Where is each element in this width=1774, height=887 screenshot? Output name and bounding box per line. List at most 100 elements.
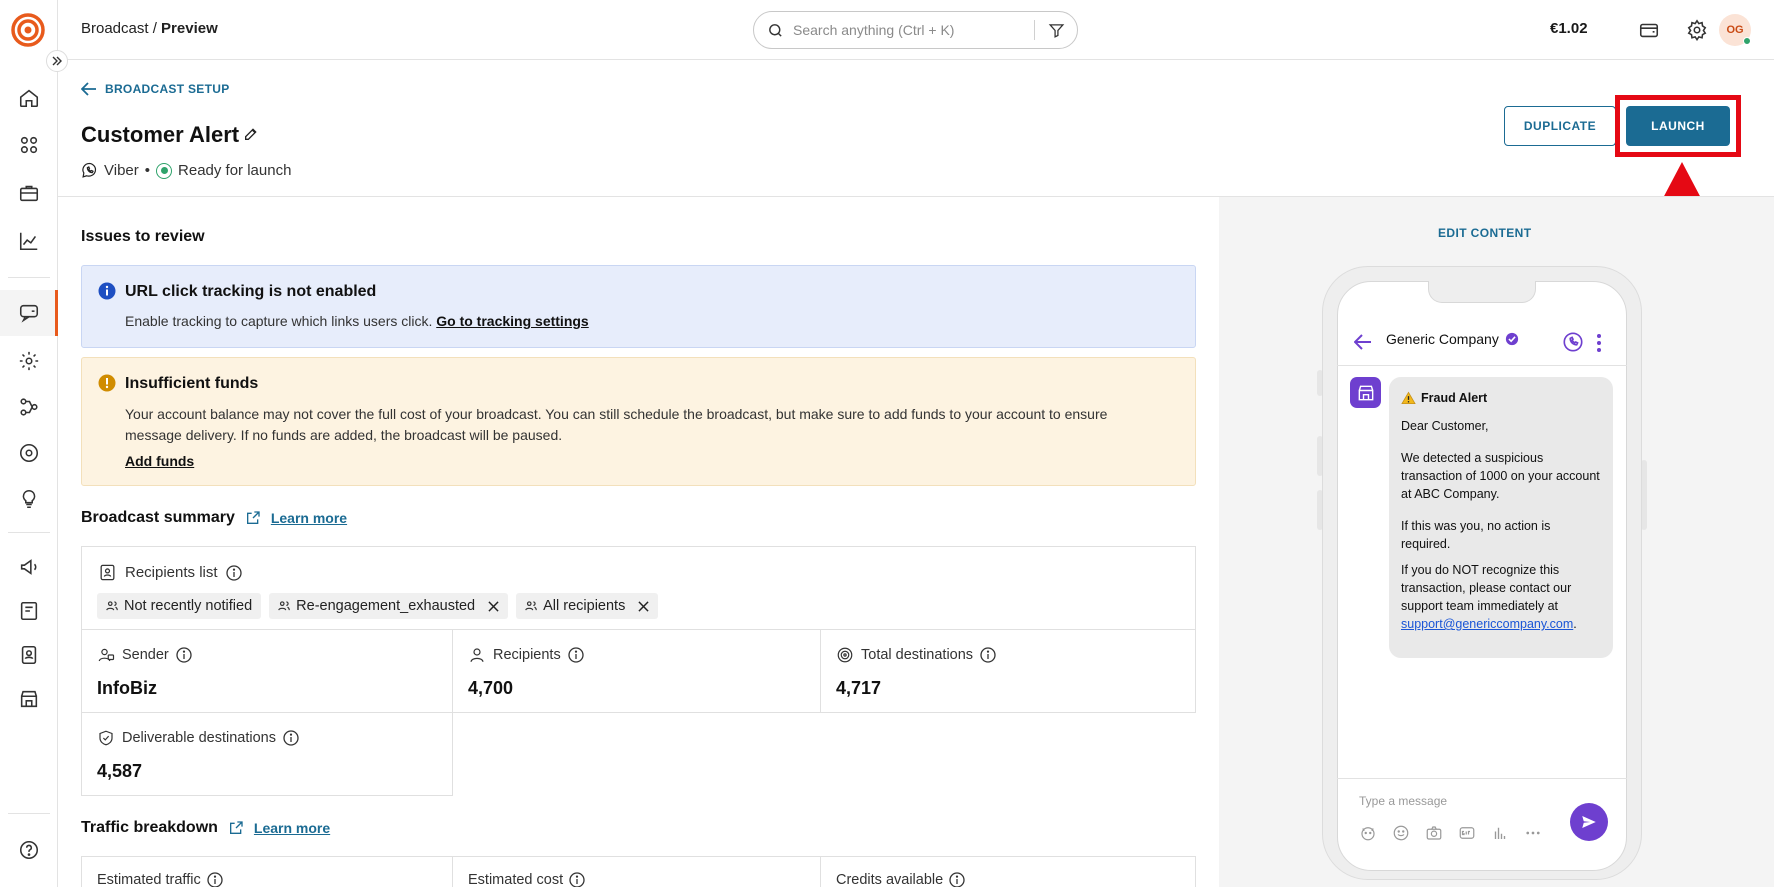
add-funds-link[interactable]: Add funds: [125, 451, 194, 472]
total-destinations-stat: Total destinations 4,717: [820, 629, 1196, 713]
message-title: Fraud Alert: [1421, 391, 1488, 405]
search-placeholder: Search anything (Ctrl + K): [793, 22, 955, 38]
expand-sidebar-button[interactable]: [46, 50, 68, 72]
recipients-label: Recipients: [493, 647, 561, 663]
more-horizontal-icon[interactable]: [1523, 824, 1543, 842]
templates-icon[interactable]: [14, 596, 44, 626]
chip-label: Not recently notified: [124, 598, 253, 614]
broadcast-meta: Viber • Ready for launch: [81, 162, 291, 179]
info-outline-icon[interactable]: [176, 647, 192, 663]
message-title-row: Fraud Alert: [1401, 389, 1601, 407]
message-paragraph: If you do NOT recognize this transaction…: [1401, 561, 1601, 633]
brand-logo-icon[interactable]: [10, 12, 46, 48]
people-icon: [525, 601, 537, 611]
recipient-chip: Not recently notified: [97, 593, 262, 619]
duplicate-button[interactable]: DUPLICATE: [1504, 106, 1616, 146]
tracking-settings-link[interactable]: Go to tracking settings: [436, 313, 588, 329]
funds-alert-title: Insufficient funds: [125, 375, 259, 392]
search-input[interactable]: Search anything (Ctrl + K): [753, 11, 1078, 49]
message-bubble: Fraud Alert Dear Customer, We detected a…: [1389, 377, 1613, 658]
traffic-label-row: Estimated cost: [468, 872, 585, 887]
info-outline-icon[interactable]: [569, 872, 585, 887]
send-icon: [1582, 816, 1596, 828]
remove-chip-x-icon[interactable]: [488, 600, 499, 612]
ideas-icon[interactable]: [14, 484, 44, 514]
info-outline-icon[interactable]: [568, 647, 584, 663]
status-label: Ready for launch: [178, 162, 292, 179]
deliverable-destinations-label: Deliverable destinations: [122, 730, 276, 746]
emoji-icon[interactable]: [1391, 824, 1411, 842]
broadcast-icon[interactable]: [14, 298, 44, 328]
stat-label-row: Total destinations: [836, 646, 996, 664]
person-icon: [470, 648, 484, 662]
info-outline-icon[interactable]: [949, 872, 965, 887]
traffic-label-row: Estimated traffic: [97, 872, 223, 887]
recipients-stat: Recipients 4,700: [452, 629, 821, 713]
recipients-value: 4,700: [468, 678, 514, 698]
info-outline-icon[interactable]: [207, 872, 223, 887]
info-outline-icon[interactable]: [980, 647, 996, 663]
verified-badge-icon: [1505, 332, 1518, 346]
stat-label-row: Recipients: [468, 646, 584, 664]
store-icon[interactable]: [14, 684, 44, 714]
warning-triangle-icon: [1401, 391, 1416, 404]
page-title: Customer Alert: [81, 122, 240, 147]
composer-divider: [1337, 778, 1627, 779]
camera-icon[interactable]: [1424, 824, 1444, 842]
search-icon: [769, 23, 782, 37]
summary-learn-more-link[interactable]: Learn more: [271, 510, 347, 526]
estimated-traffic-cell: Estimated traffic: [81, 856, 453, 887]
external-link-icon: [229, 821, 243, 834]
tracking-alert-title: URL click tracking is not enabled: [125, 283, 377, 300]
more-vertical-icon[interactable]: [1596, 333, 1602, 353]
settings-gear-icon[interactable]: [1684, 17, 1710, 43]
launch-highlight-box: [1615, 95, 1741, 157]
flows-icon[interactable]: [14, 392, 44, 422]
recipients-list-section: Recipients list Not recently notified Re…: [81, 546, 1196, 630]
phone-notch: [1428, 281, 1536, 303]
broadcast-summary-card: Recipients list Not recently notified Re…: [81, 546, 1196, 796]
remove-chip-x-icon[interactable]: [638, 600, 649, 612]
recipient-chip: All recipients: [516, 593, 659, 619]
stat-label-row: Sender: [97, 646, 192, 664]
message-paragraph: We detected a suspicious transaction of …: [1401, 451, 1600, 501]
campaigns-icon[interactable]: [14, 552, 44, 582]
viber-call-icon[interactable]: [1562, 331, 1584, 353]
target-icon: [837, 647, 853, 663]
chat-back-arrow-icon[interactable]: [1354, 334, 1372, 350]
help-icon[interactable]: [14, 835, 44, 865]
left-navigation-rail: [0, 0, 58, 887]
sender-value: InfoBiz: [97, 678, 157, 698]
meta-separator: •: [144, 162, 151, 179]
recipient-chips: Not recently notified Re-engagement_exha…: [97, 593, 659, 619]
credits-available-cell: Credits available: [820, 856, 1196, 887]
message-composer-input[interactable]: Type a message: [1359, 794, 1447, 808]
briefcase-icon[interactable]: [14, 178, 44, 208]
poll-icon[interactable]: [1490, 824, 1510, 842]
support-email-link[interactable]: support@genericcompany.com: [1401, 617, 1573, 631]
settings-cog-icon[interactable]: [14, 346, 44, 376]
target-icon[interactable]: [14, 438, 44, 468]
gif-icon[interactable]: [1457, 824, 1477, 842]
sender-icon: [98, 648, 115, 662]
edit-content-link[interactable]: EDIT CONTENT: [1438, 226, 1531, 240]
sticker-icon[interactable]: [1358, 824, 1378, 842]
apps-icon[interactable]: [14, 130, 44, 160]
wallet-icon[interactable]: [1636, 17, 1662, 43]
contacts-icon[interactable]: [14, 640, 44, 670]
home-icon[interactable]: [14, 83, 44, 113]
traffic-learn-more-link[interactable]: Learn more: [254, 820, 330, 836]
message-period: .: [1573, 617, 1577, 631]
message-paragraph: If this was you, no action is required.: [1401, 519, 1551, 551]
send-message-button[interactable]: [1570, 803, 1608, 841]
breadcrumb-parent[interactable]: Broadcast /: [81, 20, 157, 37]
info-outline-icon[interactable]: [225, 564, 242, 581]
analytics-icon[interactable]: [14, 226, 44, 256]
info-outline-icon[interactable]: [283, 730, 299, 746]
account-balance[interactable]: €1.02: [1550, 20, 1588, 37]
edit-title-pencil-icon[interactable]: [243, 126, 259, 142]
back-to-broadcast-setup-link[interactable]: BROADCAST SETUP: [81, 82, 230, 96]
viber-icon: [82, 162, 97, 178]
filter-icon[interactable]: [1048, 22, 1065, 39]
people-icon: [106, 601, 118, 611]
